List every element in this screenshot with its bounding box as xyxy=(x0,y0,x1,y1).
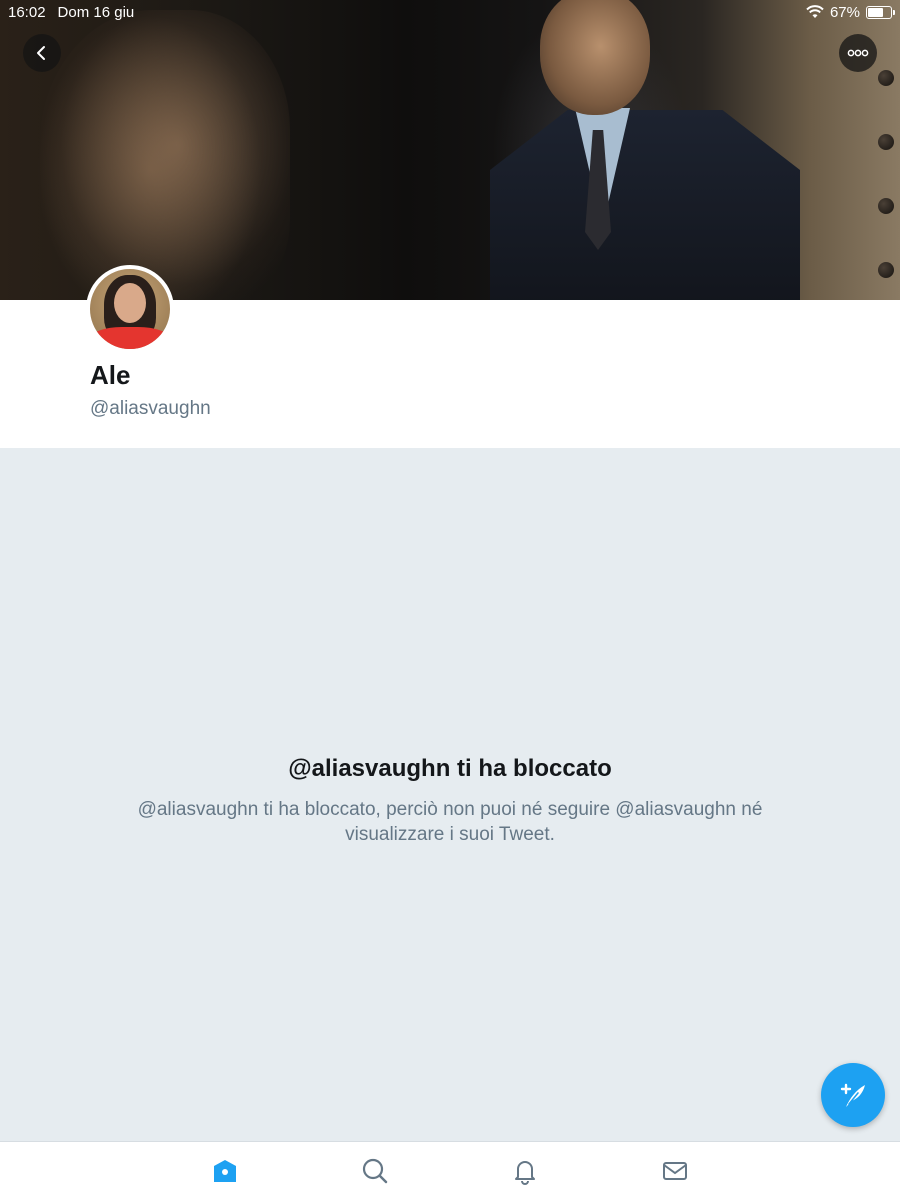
rivet xyxy=(878,198,894,214)
search-icon xyxy=(362,1158,388,1184)
blocked-notice: @aliasvaughn ti ha bloccato @aliasvaughn… xyxy=(0,755,900,847)
avatar[interactable] xyxy=(86,265,174,353)
chevron-left-icon xyxy=(37,46,45,60)
status-bar: 16:02 Dom 16 giu 67% xyxy=(0,0,900,24)
profile-handle: @aliasvaughn xyxy=(90,398,211,419)
status-date: Dom 16 giu xyxy=(57,3,135,21)
profile-name: Ale xyxy=(90,360,131,390)
rivet xyxy=(878,134,894,150)
tab-bar xyxy=(0,1141,900,1200)
profile-banner xyxy=(0,0,900,300)
status-time: 16:02 xyxy=(8,3,46,21)
rivet xyxy=(878,70,894,86)
back-button[interactable] xyxy=(23,34,61,72)
banner-figure xyxy=(490,0,810,300)
home-icon xyxy=(214,1160,236,1182)
more-options-button[interactable] xyxy=(839,34,877,72)
banner-face xyxy=(40,10,290,300)
bell-icon xyxy=(515,1161,535,1185)
rivet xyxy=(878,262,894,278)
compose-tweet-button[interactable] xyxy=(821,1063,885,1127)
battery-percentage: 67% xyxy=(829,3,860,21)
wifi-icon xyxy=(806,5,824,18)
battery-level xyxy=(868,7,883,17)
blocked-title: @aliasvaughn ti ha bloccato xyxy=(288,755,612,782)
tab-home[interactable] xyxy=(210,1156,240,1186)
battery-icon xyxy=(866,5,895,19)
more-icon xyxy=(847,49,869,57)
tab-notifications[interactable] xyxy=(510,1156,540,1186)
compose-tweet-icon xyxy=(840,1083,865,1107)
blocked-description: @aliasvaughn ti ha bloccato, perciò non … xyxy=(137,799,763,845)
tab-messages[interactable] xyxy=(660,1156,690,1186)
mail-icon xyxy=(663,1162,687,1180)
tab-search[interactable] xyxy=(360,1156,390,1186)
